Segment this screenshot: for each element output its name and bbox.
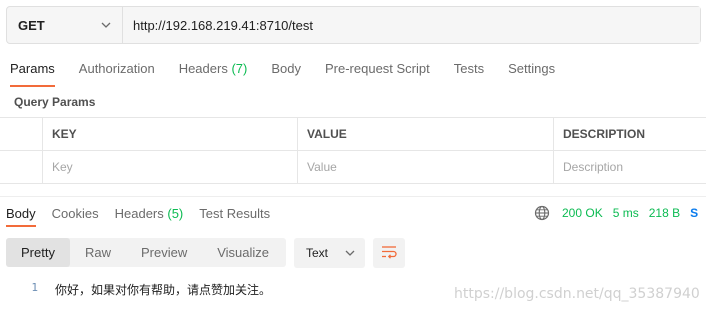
response-tab-headers[interactable]: Headers (5) [115, 206, 184, 221]
table-row: Key Value Description [0, 151, 706, 184]
column-header-key: KEY [42, 118, 297, 150]
watermark: https://blog.csdn.net/qq_35387940 [454, 286, 700, 302]
format-raw-button[interactable]: Raw [70, 238, 126, 267]
tab-body[interactable]: Body [271, 61, 301, 83]
status-code[interactable]: 200 OK [562, 206, 603, 220]
tab-label: Body [271, 61, 301, 76]
tab-label: Headers [178, 61, 228, 76]
query-params-title: Query Params [14, 95, 96, 109]
url-input[interactable]: http://192.168.219.41:8710/test [123, 7, 700, 43]
tab-label: Settings [508, 61, 556, 76]
row-gutter [0, 118, 42, 150]
format-mode-group: Pretty Raw Preview Visualize [6, 238, 286, 267]
tab-authorization[interactable]: Authorization [79, 61, 155, 83]
row-gutter [0, 151, 42, 183]
save-response-button[interactable]: S [690, 206, 698, 220]
tab-label: Test Results [199, 206, 271, 221]
response-body[interactable]: 1 你好，如果对你有帮助，请点赞加关注。 [0, 281, 271, 298]
tab-label: Authorization [78, 61, 155, 76]
tab-label: Cookies [51, 206, 99, 221]
tab-pre-request-script[interactable]: Pre-request Script [325, 61, 430, 83]
response-time[interactable]: 5 ms [613, 206, 639, 220]
tab-count: (7) [231, 61, 248, 76]
request-bar: GET http://192.168.219.41:8710/test [6, 6, 701, 44]
tab-settings[interactable]: Settings [508, 61, 555, 83]
request-tabs: Params Authorization Headers (7) Body Pr… [10, 61, 579, 87]
tab-headers[interactable]: Headers (7) [179, 61, 248, 83]
response-tab-body[interactable]: Body [6, 206, 36, 227]
response-tab-cookies[interactable]: Cookies [52, 206, 99, 221]
tab-tests[interactable]: Tests [454, 61, 484, 83]
tab-label: Tests [453, 61, 485, 76]
response-tabs: Body Cookies Headers (5) Test Results [6, 206, 286, 227]
key-input[interactable]: Key [42, 151, 297, 183]
format-pretty-button[interactable]: Pretty [6, 238, 70, 267]
tab-count: (5) [167, 206, 184, 221]
format-preview-button[interactable]: Preview [126, 238, 202, 267]
response-line: 你好，如果对你有帮助，请点赞加关注。 [55, 283, 272, 297]
method-select[interactable]: GET [7, 7, 123, 43]
column-header-value: VALUE [297, 118, 553, 150]
response-status: 200 OK 5 ms 218 B S [534, 205, 698, 221]
tab-params[interactable]: Params [10, 61, 55, 87]
section-divider [0, 196, 706, 197]
params-table: KEY VALUE DESCRIPTION Key Value Descript… [0, 117, 706, 184]
tab-label: Pre-request Script [324, 61, 430, 76]
language-select[interactable]: Text [294, 238, 365, 268]
chevron-down-icon [100, 19, 112, 31]
line-number: 1 [31, 281, 38, 294]
table-header-row: KEY VALUE DESCRIPTION [0, 118, 706, 151]
wrap-lines-button[interactable] [373, 238, 405, 268]
format-visualize-button[interactable]: Visualize [202, 238, 284, 267]
tab-label: Params [10, 61, 55, 76]
tab-label: Headers [114, 206, 164, 221]
globe-icon[interactable] [534, 205, 550, 221]
value-input[interactable]: Value [297, 151, 553, 183]
language-label: Text [306, 246, 329, 260]
description-input[interactable]: Description [553, 151, 706, 183]
response-tab-test-results[interactable]: Test Results [199, 206, 270, 221]
column-header-description: DESCRIPTION [553, 118, 706, 150]
tab-label: Body [6, 206, 36, 221]
method-label: GET [18, 17, 45, 33]
wrap-lines-icon [381, 245, 397, 262]
chevron-down-icon [344, 247, 356, 259]
response-size[interactable]: 218 B [649, 206, 680, 220]
